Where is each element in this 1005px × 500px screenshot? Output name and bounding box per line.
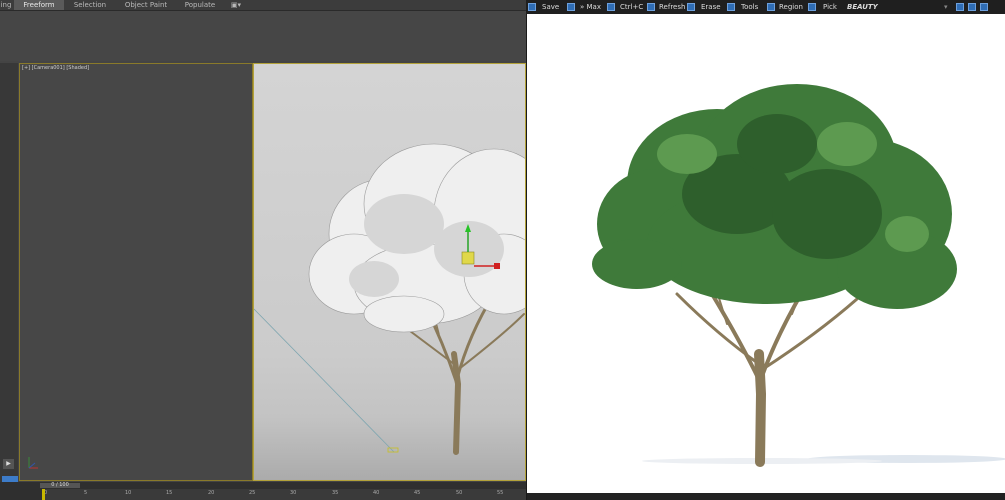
ribbon-tabs: ing Freeform Selection Object Paint Popu… [0, 0, 526, 11]
tick-label: 55 [497, 490, 504, 496]
tick-label: 10 [125, 490, 132, 496]
zoom-out-icon[interactable] [980, 3, 988, 11]
tick-label: 40 [373, 490, 380, 496]
tab-freeform[interactable]: Freeform [14, 0, 64, 10]
refresh-button[interactable]: Refresh [659, 0, 685, 14]
vfb-toolbar: Save » Max Ctrl+C Refresh Erase Tools Re… [526, 0, 1005, 14]
pick-icon[interactable] [808, 3, 816, 11]
camera-icon[interactable]: ▣▾ [228, 0, 244, 10]
tick-label: 5 [84, 490, 88, 496]
region-button[interactable]: Region [779, 0, 803, 14]
tab-object-paint[interactable]: Object Paint [118, 0, 174, 10]
tick-label: 15 [166, 490, 173, 496]
rendered-tree-image [592, 84, 1005, 467]
refresh-icon[interactable] [647, 3, 655, 11]
time-slider[interactable] [42, 489, 45, 500]
zoom-icon[interactable] [956, 3, 964, 11]
tick-label: 45 [414, 490, 421, 496]
viewport-shaded[interactable] [253, 63, 526, 481]
erase-button[interactable]: Erase [701, 0, 721, 14]
tick-label: 50 [456, 490, 463, 496]
vfb-status-bar [527, 493, 1005, 500]
time-ruler[interactable]: 0 5 10 15 20 25 30 35 40 45 50 55 [44, 489, 526, 500]
tab-populate[interactable]: Populate [176, 0, 224, 10]
viewport-tree-render [254, 143, 525, 455]
zoom-fit-icon[interactable] [968, 3, 976, 11]
axis-tripod-icon [28, 457, 38, 469]
tick-label: 30 [290, 490, 297, 496]
viewport-left[interactable] [19, 63, 253, 481]
tick-label: 35 [332, 490, 339, 496]
max-icon[interactable] [567, 3, 575, 11]
render-image [527, 14, 1005, 493]
tab-selection[interactable]: Selection [64, 0, 116, 10]
left-toolstrip [0, 63, 18, 483]
ribbon-panel [0, 11, 526, 61]
channel-select[interactable]: BEAUTY [847, 0, 878, 14]
time-counter[interactable]: 0 / 100 [40, 483, 80, 488]
dropdown-arrow-icon[interactable]: ▾ [944, 0, 948, 14]
save-icon[interactable] [528, 3, 536, 11]
save-button[interactable]: Save [542, 0, 559, 14]
max-button[interactable]: » Max [580, 0, 601, 14]
play-icon[interactable]: ▶ [3, 459, 14, 469]
copy-button[interactable]: Ctrl+C [620, 0, 643, 14]
tab-modeling[interactable]: ing [0, 0, 12, 10]
tools-button[interactable]: Tools [741, 0, 758, 14]
tick-label: 25 [249, 490, 256, 496]
erase-icon[interactable] [687, 3, 695, 11]
viewport-label[interactable]: [+] [Camera001] [Shaded] [22, 65, 89, 71]
tools-icon[interactable] [727, 3, 735, 11]
region-icon[interactable] [767, 3, 775, 11]
pick-button[interactable]: Pick [823, 0, 837, 14]
copy-icon[interactable] [607, 3, 615, 11]
tick-label: 20 [208, 490, 215, 496]
